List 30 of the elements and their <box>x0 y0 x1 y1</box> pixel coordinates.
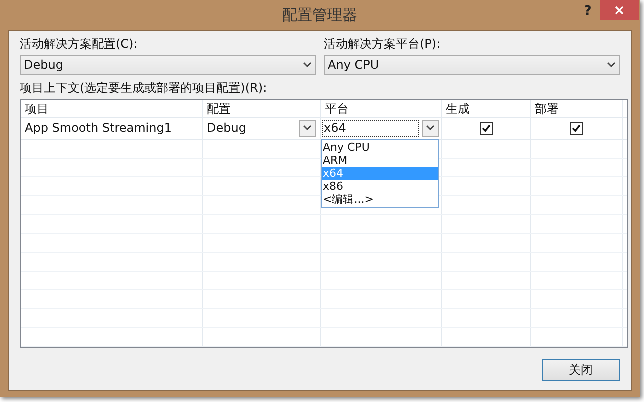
column-header: 平台 <box>321 100 442 117</box>
close-dialog-button[interactable]: 关闭 <box>542 359 620 381</box>
dropdown-button[interactable] <box>299 120 316 137</box>
column-header: 配置 <box>203 100 321 117</box>
dropdown-option[interactable]: Any CPU <box>322 141 438 154</box>
close-icon <box>615 6 624 14</box>
platform-field[interactable]: x64 <box>322 120 419 137</box>
table-cell-text: Debug <box>207 120 246 138</box>
chevron-down-icon <box>303 62 312 68</box>
help-button[interactable]: ? <box>580 4 596 20</box>
column-header: 部署 <box>531 100 623 117</box>
window-title: 配置管理器 <box>282 4 358 26</box>
chevron-down-icon <box>303 125 312 132</box>
dropdown-field[interactable]: Any CPU <box>324 55 620 75</box>
dropdown-option[interactable]: ARM <box>322 154 438 167</box>
checkbox[interactable] <box>570 122 583 135</box>
table-cell: App Smooth Streaming1 <box>21 118 203 139</box>
column-header: 项目 <box>21 100 203 117</box>
dropdown-option[interactable]: <编辑...> <box>322 193 438 206</box>
chevron-down-icon <box>426 125 435 132</box>
field-label: 活动解决方案平台(P): <box>324 36 442 53</box>
checkbox[interactable] <box>480 122 492 135</box>
chevron-down-icon <box>607 62 616 68</box>
dropdown-option[interactable]: x86 <box>322 180 438 193</box>
context-label: 项目上下文(选定要生成或部署的项目配置)(R): <box>20 80 268 97</box>
field-label: 活动解决方案配置(C): <box>20 36 139 53</box>
dropdown-field[interactable]: Debug <box>20 55 316 75</box>
dropdown-button[interactable] <box>422 120 439 137</box>
close-button[interactable] <box>600 0 639 20</box>
column-header: 生成 <box>442 100 531 117</box>
